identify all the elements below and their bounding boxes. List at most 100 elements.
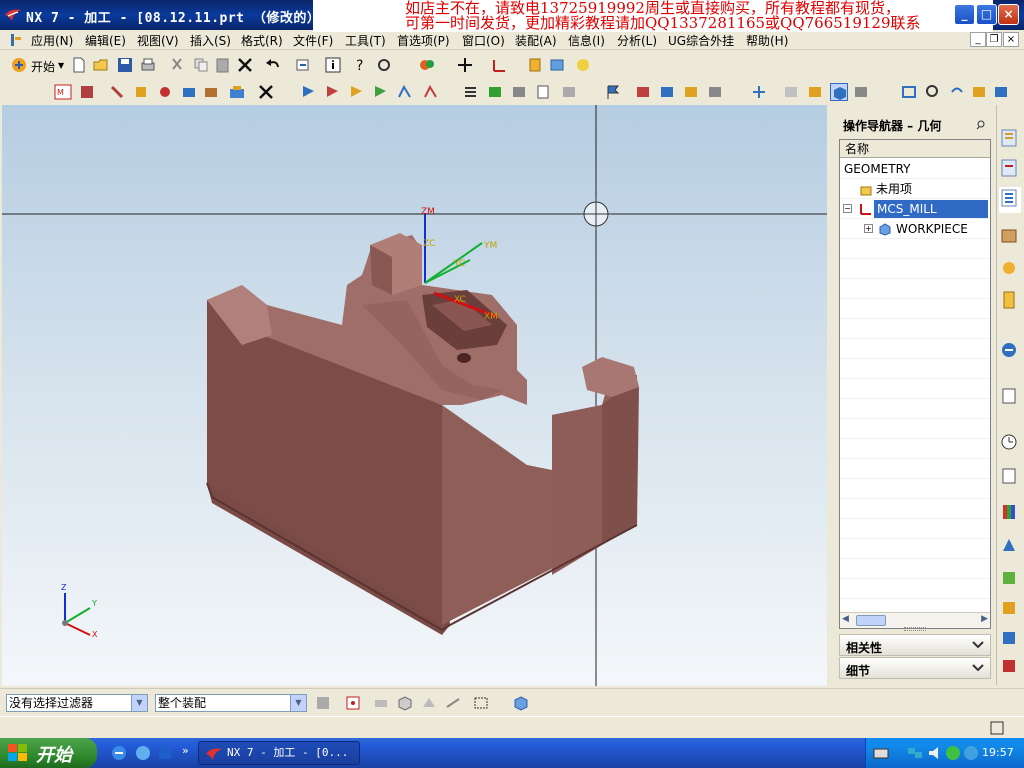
- navigator-hscrollbar[interactable]: ◀ ▶: [840, 612, 990, 628]
- undo-icon[interactable]: [264, 56, 282, 74]
- scroll-thumb[interactable]: [856, 615, 886, 626]
- transform-icon[interactable]: [750, 83, 768, 101]
- tree-row-unused[interactable]: 未用项: [840, 179, 990, 199]
- wcs-icon[interactable]: [490, 56, 508, 74]
- machine-tool-tab-icon[interactable]: [999, 225, 1021, 251]
- postprocess-icon[interactable]: [510, 83, 528, 101]
- ie-quicklaunch-icon[interactable]: [110, 744, 128, 762]
- network-icon[interactable]: [906, 744, 924, 762]
- operation-navigator-tab-icon[interactable]: [999, 187, 1021, 213]
- tree-row-mcs-mill[interactable]: − MCS_MILL: [840, 199, 990, 219]
- menu-assembly[interactable]: 装配(A): [515, 32, 557, 49]
- nx-app-icon[interactable]: [4, 6, 22, 24]
- web-browser-tab-icon[interactable]: [999, 339, 1021, 365]
- hd3d-tools-tab-icon[interactable]: [999, 567, 1021, 593]
- repeat-command-icon[interactable]: [294, 56, 312, 74]
- snap-point-icon[interactable]: [456, 56, 474, 74]
- select-edge-icon[interactable]: [444, 694, 462, 712]
- paste-icon[interactable]: [214, 56, 232, 74]
- machining-method-view-icon[interactable]: [372, 83, 390, 101]
- scroll-right-icon[interactable]: ▶: [981, 614, 988, 624]
- details-section[interactable]: 细节: [839, 657, 991, 679]
- edit-object-icon[interactable]: [634, 83, 652, 101]
- flag-icon[interactable]: [604, 83, 622, 101]
- system-materials-tab-icon[interactable]: [999, 465, 1021, 491]
- nx-task-button[interactable]: NX 7 - 加工 - [0...: [198, 741, 360, 765]
- rectangle-select-icon[interactable]: [472, 694, 490, 712]
- column-header-name[interactable]: 名称: [840, 140, 990, 158]
- selection-scope-dropdown[interactable]: 整个装配 ▼: [155, 694, 307, 712]
- reports-tab-icon[interactable]: [999, 627, 1021, 653]
- graphics-viewport[interactable]: ZM ZC YM YC XC XM Z Y X: [2, 105, 827, 686]
- fullscreen-icon[interactable]: [988, 719, 1006, 737]
- pin-icon[interactable]: [976, 119, 986, 130]
- menu-file[interactable]: 文件(F): [293, 32, 333, 49]
- menu-tools[interactable]: 工具(T): [345, 32, 386, 49]
- collapse-icon[interactable]: −: [843, 204, 852, 213]
- print-icon[interactable]: [139, 56, 157, 74]
- dependencies-section[interactable]: 相关性: [839, 634, 991, 656]
- chevron-down-icon[interactable]: [970, 638, 986, 652]
- history-tab-icon[interactable]: [999, 385, 1021, 411]
- paste-object-icon[interactable]: [706, 83, 724, 101]
- display-icon[interactable]: [574, 56, 592, 74]
- quicklaunch-overflow-icon[interactable]: »: [182, 744, 189, 757]
- keyboard-icon[interactable]: [872, 744, 890, 762]
- object-display-icon[interactable]: [782, 83, 800, 101]
- menu-help[interactable]: 帮助(H): [746, 32, 788, 49]
- dropdown-arrow-icon[interactable]: ▼: [290, 695, 306, 711]
- clock-tab-icon[interactable]: [999, 431, 1021, 457]
- mdi-minimize-button[interactable]: _: [970, 32, 986, 47]
- start-dropdown-icon[interactable]: ▼: [58, 61, 64, 70]
- create-geometry-icon[interactable]: [132, 83, 150, 101]
- manufacturing-wizard-tab-icon[interactable]: [999, 289, 1021, 315]
- visual-reports-tab-icon[interactable]: [999, 655, 1021, 681]
- media-player-icon[interactable]: [156, 744, 174, 762]
- feature-tool-icon[interactable]: [806, 83, 824, 101]
- menu-information[interactable]: 信息(I): [568, 32, 605, 49]
- update-icon[interactable]: [962, 744, 980, 762]
- tree-row-geometry[interactable]: GEOMETRY: [840, 159, 990, 179]
- menu-analysis[interactable]: 分析(L): [617, 32, 657, 49]
- taskbar-clock[interactable]: 19:57: [982, 746, 1014, 759]
- navigator-tree[interactable]: 名称 GEOMETRY 未用项 − MCS_MILL + WORKPIECE ◀…: [839, 139, 991, 629]
- minimize-button[interactable]: _: [954, 4, 975, 25]
- splitter-grip[interactable]: [904, 627, 926, 631]
- tree-row-workpiece[interactable]: + WORKPIECE: [840, 219, 990, 239]
- manufacturing-icon[interactable]: M: [54, 83, 74, 101]
- shaded-view-icon[interactable]: [830, 83, 848, 101]
- maximize-button[interactable]: □: [976, 4, 997, 25]
- layer-settings-icon[interactable]: [548, 56, 566, 74]
- render-style-icon[interactable]: [418, 56, 436, 74]
- menu-view[interactable]: 视图(V): [137, 32, 179, 49]
- snap-point-settings-icon[interactable]: [344, 694, 362, 712]
- new-file-icon[interactable]: [70, 56, 88, 74]
- start-button[interactable]: 开始: [0, 738, 97, 768]
- menu-insert[interactable]: 插入(S): [190, 32, 231, 49]
- create-tool-icon[interactable]: [108, 83, 126, 101]
- menu-format[interactable]: 格式(R): [241, 32, 283, 49]
- expand-icon[interactable]: +: [864, 224, 873, 233]
- create-operation-icon[interactable]: [180, 83, 198, 101]
- roles-tab-icon[interactable]: [999, 535, 1021, 561]
- delete-operation-icon[interactable]: [257, 83, 275, 101]
- rotate-icon[interactable]: [948, 83, 966, 101]
- create-program-icon[interactable]: [78, 83, 96, 101]
- menu-application[interactable]: 应用(N): [31, 32, 73, 49]
- start-icon[interactable]: [10, 56, 28, 74]
- information-icon[interactable]: [324, 56, 342, 74]
- copy-icon[interactable]: [192, 56, 210, 74]
- mdi-close-button[interactable]: ×: [1003, 32, 1019, 47]
- save-icon[interactable]: [116, 56, 134, 74]
- cut-object-icon[interactable]: [658, 83, 676, 101]
- machine-tool-view-icon[interactable]: [324, 83, 342, 101]
- menu-window[interactable]: 窗口(O): [462, 32, 505, 49]
- more-view-icon[interactable]: [992, 83, 1010, 101]
- fit-view-icon[interactable]: [900, 83, 918, 101]
- select-feature-icon[interactable]: [372, 694, 390, 712]
- menu-preferences[interactable]: 首选项(P): [397, 32, 450, 49]
- select-body-icon[interactable]: [396, 694, 414, 712]
- assembly-navigator-tab-icon[interactable]: [999, 127, 1021, 153]
- chevron-down-icon[interactable]: [970, 661, 986, 675]
- cube-view-icon[interactable]: [512, 694, 530, 712]
